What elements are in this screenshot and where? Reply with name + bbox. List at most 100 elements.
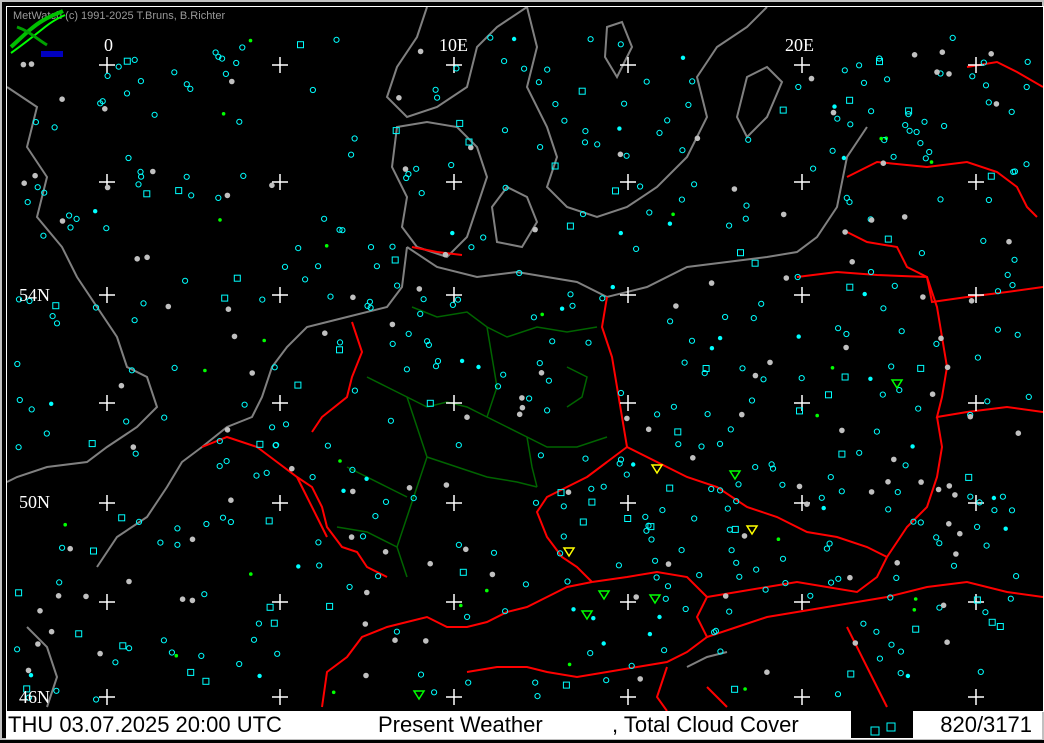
station-marker (834, 115, 841, 122)
station-marker (97, 650, 103, 657)
station-marker (733, 559, 740, 566)
station-marker (1008, 507, 1016, 514)
station-marker (118, 514, 126, 522)
station-marker (868, 108, 875, 115)
station-marker (362, 621, 369, 627)
station-marker (722, 313, 729, 321)
longitude-label-20e: 20E (785, 35, 814, 55)
weather-symbol (728, 470, 742, 481)
station-marker (918, 250, 926, 257)
station-marker (582, 455, 589, 462)
station-marker (198, 652, 205, 660)
station-marker (798, 375, 805, 382)
station-marker (535, 79, 543, 86)
station-marker (566, 222, 574, 230)
station-marker (726, 526, 733, 533)
latitude-label-54n: 54N (19, 285, 50, 305)
station-marker (270, 619, 278, 627)
station-marker (131, 56, 138, 64)
station-marker (187, 85, 194, 93)
station-marker (779, 481, 786, 488)
station-marker (724, 505, 731, 512)
station-marker (946, 521, 952, 527)
station-marker (537, 144, 544, 151)
station-marker (315, 539, 322, 546)
station-marker (664, 583, 672, 590)
station-marker (852, 640, 859, 646)
station-marker (974, 523, 981, 531)
station-marker (1006, 238, 1012, 245)
station-marker (564, 578, 571, 585)
station-marker (289, 465, 295, 472)
station-marker (432, 86, 439, 93)
station-marker (48, 628, 55, 635)
station-marker (171, 364, 178, 371)
station-marker (140, 300, 147, 307)
station-marker (876, 655, 884, 662)
station-marker (618, 230, 623, 236)
station-marker (969, 73, 976, 80)
grid-cross (99, 57, 115, 73)
station-marker (929, 391, 936, 398)
station-marker (731, 186, 738, 192)
station-marker (266, 603, 274, 611)
station-marker (567, 662, 572, 667)
station-marker (93, 209, 98, 214)
station-marker (673, 303, 679, 309)
station-marker (351, 387, 358, 394)
station-marker (828, 579, 835, 586)
station-marker (125, 154, 132, 162)
station-marker (521, 65, 528, 72)
station-marker (490, 549, 498, 556)
station-marker (326, 602, 334, 610)
station-marker (16, 396, 23, 404)
station-marker (957, 530, 963, 537)
station-marker (587, 36, 594, 43)
station-marker (617, 41, 624, 48)
station-marker (66, 212, 73, 219)
weather-symbol (412, 690, 426, 701)
station-marker (391, 256, 399, 264)
station-marker (104, 72, 111, 80)
station-marker (203, 520, 210, 528)
grid-cross (272, 174, 288, 190)
station-marker (880, 160, 887, 166)
station-marker (906, 127, 913, 134)
station-marker (282, 421, 290, 428)
weather-map[interactable]: MetWatch (c) 1991-2025 T.Bruns, B.Richte… (6, 6, 1044, 712)
station-marker (737, 249, 744, 257)
station-marker (579, 518, 587, 526)
station-marker (168, 649, 175, 656)
station-marker (448, 161, 455, 169)
station-marker (691, 181, 698, 188)
station-marker (839, 427, 845, 434)
station-marker (463, 546, 469, 553)
station-marker (952, 492, 958, 498)
station-marker (538, 370, 545, 376)
grid-cross (272, 395, 288, 411)
station-marker (1023, 161, 1030, 168)
station-marker (35, 641, 41, 647)
station-marker (667, 318, 674, 325)
station-marker (420, 296, 427, 303)
station-marker (236, 660, 243, 668)
station-marker (926, 148, 933, 156)
grid-cross (620, 395, 636, 411)
station-marker (253, 472, 260, 479)
grid-cross (446, 287, 462, 303)
grid-cross (968, 395, 984, 411)
grid-cross (446, 495, 462, 511)
station-marker (841, 373, 849, 381)
station-marker (372, 513, 379, 520)
station-marker (722, 593, 729, 599)
station-marker (717, 335, 723, 341)
grid-cross (620, 495, 636, 511)
parameter-total-cloud-cover: , Total Cloud Cover (612, 712, 799, 737)
station-marker (637, 676, 643, 682)
station-marker (417, 310, 424, 317)
station-marker (617, 389, 625, 397)
station-marker (324, 244, 329, 248)
station-marker (600, 483, 607, 490)
station-marker (888, 363, 895, 370)
station-marker (647, 631, 653, 637)
